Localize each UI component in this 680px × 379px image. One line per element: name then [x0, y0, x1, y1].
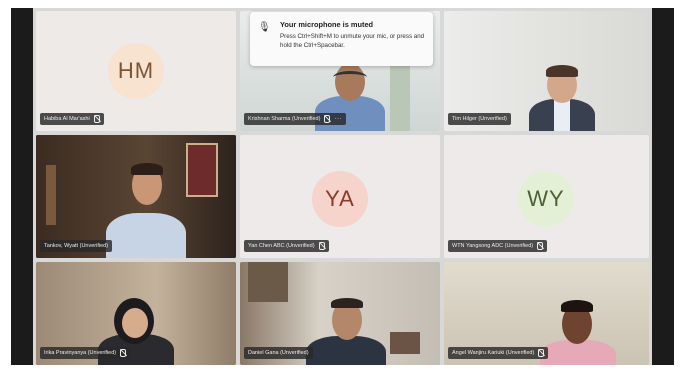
participant-tile-tim[interactable]: Tim Hilger (Unverified) — [444, 11, 649, 131]
right-letterbox — [652, 8, 674, 365]
headset-icon — [333, 71, 367, 84]
participant-tile-daniel[interactable]: Daniel Gana (Unverified) — [240, 262, 440, 365]
person-hair — [546, 65, 578, 77]
avatar: YA — [312, 171, 368, 227]
participant-name: Tim Hilger (Unverified) — [452, 116, 507, 122]
wall-frame — [186, 143, 218, 197]
participant-name-label: Angel Wanjiru Kariuki (Unverified) — [448, 347, 549, 359]
participant-name-label: WTN Yangsong ADC (Unverified) — [448, 240, 548, 252]
participant-tile-angel[interactable]: Angel Wanjiru Kariuki (Unverified) — [444, 262, 649, 365]
mic-muted-icon — [93, 115, 100, 123]
mic-muted-notification[interactable]: 🎙 Your microphone is muted Press Ctrl+Sh… — [250, 12, 433, 66]
mic-muted-icon — [324, 115, 331, 123]
participant-tile-wyatt[interactable]: Tankov, Wyatt (Unverified) — [36, 135, 236, 258]
participant-name-label: Habiba Al Mar'ashi — [40, 113, 104, 125]
participant-name: Habiba Al Mar'ashi — [44, 116, 90, 122]
notification-title: Your microphone is muted — [280, 20, 374, 29]
mic-muted-icon — [120, 349, 127, 357]
participant-name-label: Krishnan Sharma (Unverified) ··· — [244, 113, 346, 125]
participant-name: Tankov, Wyatt (Unverified) — [44, 243, 109, 249]
participant-name-label: Tankov, Wyatt (Unverified) — [40, 240, 113, 252]
participant-tile-hm[interactable]: HM Habiba Al Mar'ashi — [36, 11, 236, 131]
participant-name: Yan Chen ABC (Unverified) — [248, 243, 315, 249]
bookshelf-decor — [248, 262, 288, 302]
participant-name-label: Tim Hilger (Unverified) — [448, 113, 511, 125]
person-body — [306, 336, 386, 365]
mic-muted-icon — [318, 242, 325, 250]
participant-name: WTN Yangsong ADC (Unverified) — [452, 243, 534, 249]
participant-name: Angel Wanjiru Kariuki (Unverified) — [452, 350, 535, 356]
participant-name-label: Yan Chen ABC (Unverified) — [244, 240, 329, 252]
participant-tile-ya[interactable]: YA Yan Chen ABC (Unverified) — [240, 135, 440, 258]
person-hair — [561, 300, 593, 312]
left-letterbox — [11, 8, 33, 365]
mic-muted-icon — [537, 242, 544, 250]
participant-name: Daniel Gana (Unverified) — [248, 350, 309, 356]
person-body — [106, 213, 186, 258]
participant-tile-wy[interactable]: WY WTN Yangsong ADC (Unverified) — [444, 135, 649, 258]
notification-body: Press Ctrl+Shift+M to unmute your mic, o… — [280, 33, 425, 49]
participant-name: Krishnan Sharma (Unverified) — [248, 116, 321, 122]
desk-object — [390, 332, 420, 354]
mic-muted-icon: 🎙 — [258, 22, 271, 33]
shelf-decor — [46, 165, 56, 225]
shirt-collar — [554, 99, 570, 131]
avatar: HM — [108, 43, 164, 99]
meeting-window: HM Habiba Al Mar'ashi Krishnan Sharma (U… — [0, 0, 680, 379]
mic-muted-icon — [538, 349, 545, 357]
more-options-icon[interactable]: ··· — [334, 113, 342, 125]
participant-name-label: Irika Pravinyanya (Unverified) — [40, 347, 131, 359]
person-head — [122, 308, 148, 338]
avatar: WY — [518, 171, 574, 227]
participant-name: Irika Pravinyanya (Unverified) — [44, 350, 117, 356]
participant-tile-irika[interactable]: Irika Pravinyanya (Unverified) — [36, 262, 236, 365]
person-hair — [331, 298, 363, 308]
person-hair — [131, 163, 163, 175]
participant-name-label: Daniel Gana (Unverified) — [244, 347, 313, 359]
